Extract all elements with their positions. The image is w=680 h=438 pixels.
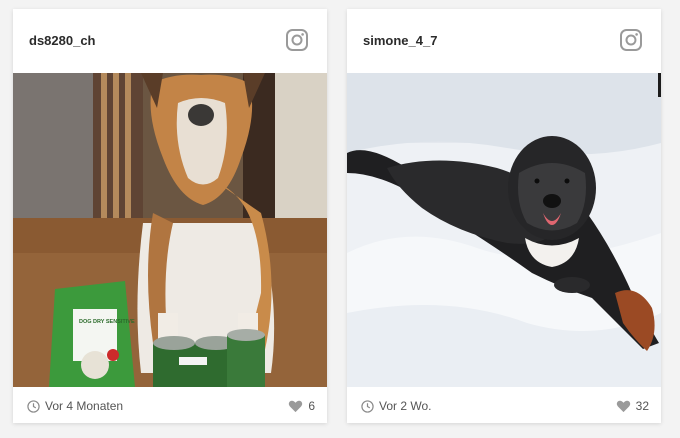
post-photo[interactable]: [347, 73, 661, 387]
post-time-text: Vor 4 Monaten: [45, 399, 124, 413]
post-header: ds8280_ch: [13, 9, 327, 73]
post-likes[interactable]: 6: [288, 399, 315, 413]
post-card[interactable]: ds8280_ch DOG DRY SENSITIVE Vor 4 Monate…: [13, 9, 327, 423]
post-time: Vor 4 Monaten: [27, 399, 123, 413]
bag-label: DOG DRY SENSITIVE: [79, 319, 135, 325]
heart-icon[interactable]: [616, 400, 631, 413]
post-username[interactable]: ds8280_ch: [29, 33, 96, 48]
heart-icon[interactable]: [288, 400, 303, 413]
clock-icon: [27, 399, 40, 413]
instagram-icon[interactable]: [285, 28, 309, 52]
post-photo[interactable]: DOG DRY SENSITIVE: [13, 73, 327, 387]
post-card[interactable]: simone_4_7 Vor 2 Wo. 32: [347, 9, 661, 423]
likes-count: 6: [308, 399, 315, 413]
instagram-icon[interactable]: [619, 28, 643, 52]
post-likes[interactable]: 32: [616, 399, 649, 413]
post-footer: Vor 2 Wo. 32: [347, 387, 661, 423]
post-footer: Vor 4 Monaten 6: [13, 387, 327, 423]
post-username[interactable]: simone_4_7: [363, 33, 437, 48]
post-header: simone_4_7: [347, 9, 661, 73]
likes-count: 32: [635, 399, 649, 413]
clock-icon: [361, 399, 374, 413]
post-time-text: Vor 2 Wo.: [379, 399, 432, 413]
post-time: Vor 2 Wo.: [361, 399, 431, 413]
